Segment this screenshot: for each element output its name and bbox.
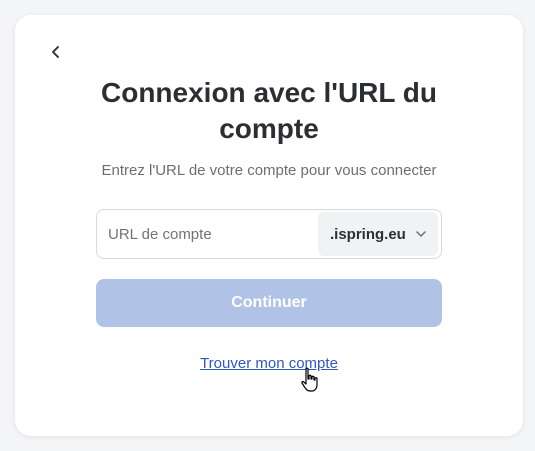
back-button[interactable]: [45, 41, 67, 63]
account-url-field: .ispring.eu: [96, 209, 442, 259]
chevron-down-icon: [416, 231, 426, 237]
find-account-link-wrapper: Trouver mon compte: [55, 355, 483, 373]
account-url-input[interactable]: [97, 210, 318, 258]
login-card: Connexion avec l'URL du compte Entrez l'…: [15, 15, 523, 436]
domain-select[interactable]: .ispring.eu: [318, 212, 438, 256]
chevron-left-icon: [52, 46, 59, 58]
hand-pointer-cursor: [301, 367, 318, 392]
domain-select-value: .ispring.eu: [330, 225, 406, 243]
page-subtitle: Entrez l'URL de votre compte pour vous c…: [101, 162, 437, 179]
page-title: Connexion avec l'URL du compte: [101, 77, 437, 144]
continue-button[interactable]: Continuer: [96, 279, 442, 327]
